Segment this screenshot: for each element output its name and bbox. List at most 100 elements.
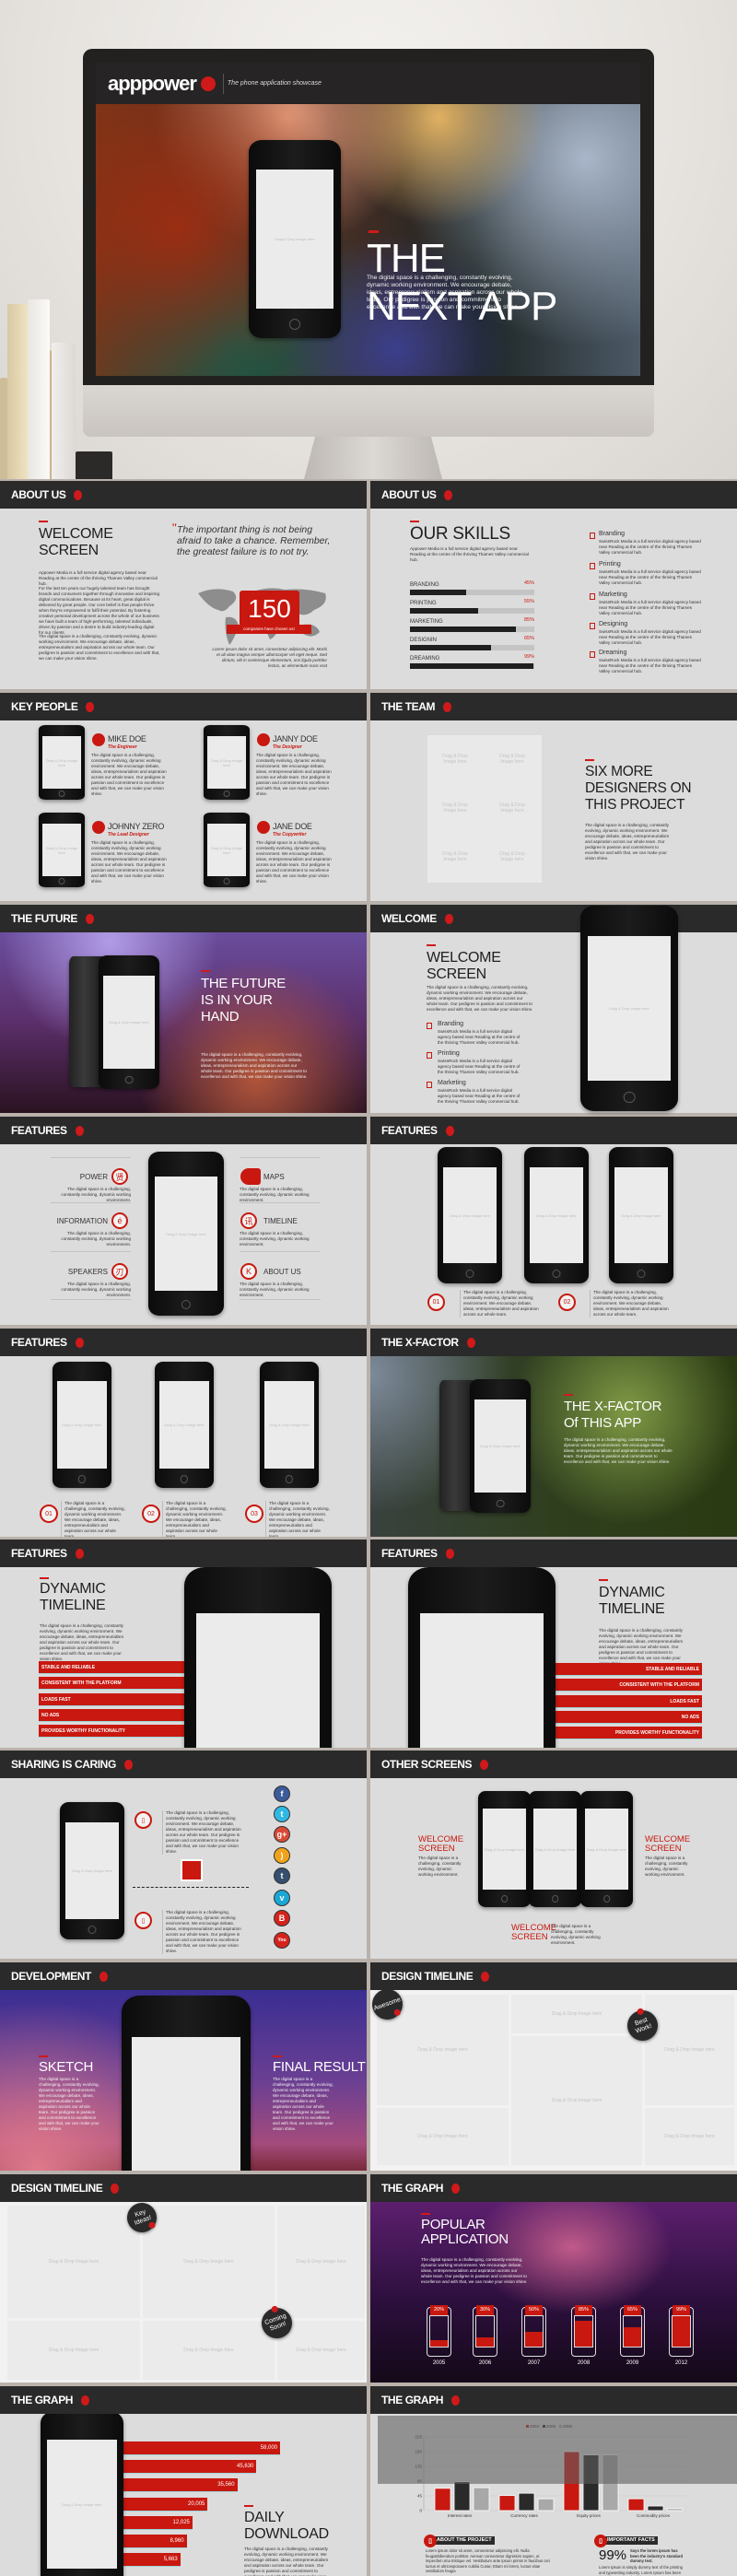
image-drop-placeholder[interactable]: Drag & Drop Image here <box>437 754 474 765</box>
slide-header: THE TEAM <box>370 693 737 720</box>
image-drop-placeholder[interactable]: Drag & Drop Image here <box>256 170 333 309</box>
blogger-icon[interactable]: B <box>274 1910 290 1926</box>
feature-text: The digital space is a challenging, cons… <box>240 1231 310 1247</box>
image-drop-placeholder[interactable]: Drag & Drop Image here <box>532 1808 578 1891</box>
phone-mockup: Drag & Drop Image here <box>39 725 85 800</box>
person-bio: The digital space is a challenging, cons… <box>91 753 167 796</box>
tumblr-icon[interactable]: t <box>274 1868 290 1884</box>
image-drop-placeholder[interactable]: Drag & Drop Image here <box>482 1808 527 1891</box>
person-role: The Lead Designer <box>108 832 149 837</box>
image-drop-placeholder[interactable]: Drag & Drop Image here <box>474 1399 526 1493</box>
image-drop-placeholder[interactable]: Drag & Drop Image here <box>588 936 671 1081</box>
timeline-bar: LOADS FAST <box>555 1694 702 1708</box>
percentage-fill <box>673 2316 690 2347</box>
facebook-icon[interactable]: f <box>274 1786 290 1802</box>
image-drop-placeholder[interactable]: Drag & Drop Image here <box>437 851 474 862</box>
image-drop-placeholder[interactable]: Drag & Drop Image here <box>207 736 246 789</box>
image-drop-placeholder[interactable]: Drag & Drop Image here <box>614 1167 669 1263</box>
person-bio: The digital space is a challenging, cons… <box>91 840 167 884</box>
phone-mockup: Drag & Drop Image here <box>122 1996 251 2171</box>
skill-bar-track <box>410 626 534 632</box>
image-drop-placeholder[interactable]: Drag & Drop Image here <box>47 2440 117 2569</box>
percentage-fill <box>430 2340 448 2347</box>
welcome-item-text: SwissRock Media is a full service digita… <box>438 1029 521 1045</box>
image-drop-placeholder[interactable]: Drag & Drop Image here <box>529 1167 584 1263</box>
download-bar: 58,000 <box>123 2441 280 2455</box>
skill-item-title: Branding <box>599 531 626 537</box>
skill-item-title: Marketing <box>599 591 627 598</box>
twitter-icon[interactable]: t <box>274 1806 290 1822</box>
image-drop-placeholder[interactable]: Drag & Drop Image here <box>645 2108 734 2165</box>
welcome-item-text: SwissRock Media is a full service digita… <box>438 1059 521 1074</box>
header-dot-icon <box>75 1125 84 1136</box>
timeline-bar: CONSISTENT WITH THE PLATFORM <box>555 1679 702 1692</box>
slide-header: DEVELOPMENT <box>0 1962 367 1990</box>
image-drop-placeholder[interactable]: Drag & Drop Image here <box>419 1612 544 1748</box>
hero-background: Drag & Drop Image here THE NEXT APP The … <box>96 104 640 376</box>
image-drop-placeholder[interactable]: Drag & Drop Image here <box>511 2036 642 2165</box>
image-drop-placeholder[interactable]: Drag & Drop Image here <box>132 2037 240 2171</box>
image-drop-placeholder[interactable]: Drag & Drop Image here <box>7 2206 140 2318</box>
feature-text: The digital space is a challenging, cons… <box>61 1231 131 1247</box>
year-label: 2007 <box>527 2360 541 2366</box>
rss-icon[interactable]: ) <box>274 1847 290 1864</box>
divider <box>240 1299 321 1300</box>
facts-caption: Says the lorem ipsum has been the indust… <box>630 2548 684 2563</box>
skill-bar-fill <box>410 663 533 669</box>
image-drop-placeholder[interactable]: Drag & Drop Image here <box>437 802 474 814</box>
image-drop-placeholder[interactable]: Drag & Drop Image here <box>64 1822 120 1919</box>
image-drop-placeholder[interactable]: Drag & Drop Image here <box>377 2108 509 2165</box>
header-dot-icon <box>445 1125 454 1136</box>
download-bar: 20,005 <box>123 2497 208 2512</box>
section-title: THE FUTURE IS IN YOUR HAND <box>201 976 286 1025</box>
bar-2006 <box>473 2487 490 2512</box>
image-drop-placeholder[interactable]: Drag & Drop Image here <box>645 1995 734 2105</box>
image-drop-placeholder[interactable]: Drag & Drop Image here <box>494 802 531 814</box>
image-drop-placeholder[interactable]: Drag & Drop Image here <box>277 2206 365 2318</box>
slide-title: SHARING IS CARING <box>11 1758 116 1771</box>
image-drop-placeholder[interactable]: Drag & Drop Image here <box>103 975 155 1070</box>
facts-value: 99% <box>599 2547 627 2563</box>
phone-mockup: Drag & Drop Image here <box>249 140 341 338</box>
image-drop-placeholder[interactable]: Drag & Drop Image here <box>57 1380 107 1469</box>
phone-mockup: Drag & Drop Image here <box>155 1362 214 1488</box>
slide-dynamic-timeline-right: FEATURES DYNAMIC TIMELINE The digital sp… <box>370 1540 737 1748</box>
feature-text: The digital space is a challenging, cons… <box>240 1187 310 1202</box>
image-drop-placeholder[interactable]: Drag & Drop Image here <box>143 2321 275 2380</box>
person-bio: The digital space is a challenging, cons… <box>256 753 332 796</box>
person-name: MIKE DOE <box>108 734 146 744</box>
image-drop-placeholder[interactable]: Drag & Drop Image here <box>442 1167 497 1263</box>
image-drop-placeholder[interactable]: Drag & Drop Image here <box>7 2321 140 2380</box>
youtube-icon[interactable]: You <box>274 1932 290 1949</box>
vimeo-icon[interactable]: v <box>274 1890 290 1906</box>
skill-percent: 55% <box>523 599 534 604</box>
image-drop-placeholder[interactable]: Drag & Drop Image here <box>494 851 531 862</box>
person-name: JANNY DOE <box>273 734 318 744</box>
slide-title: ABOUT US <box>381 488 437 501</box>
image-drop-placeholder[interactable]: Drag & Drop Image here <box>264 1380 314 1469</box>
section-title: SIX MORE DESIGNERS ON THIS PROJECT <box>585 764 692 813</box>
image-drop-placeholder[interactable]: Drag & Drop Image here <box>195 1612 321 1748</box>
timeline-description: The digital space is a challenging, cons… <box>40 1623 124 1661</box>
image-drop-placeholder[interactable]: Drag & Drop Image here <box>42 824 81 876</box>
image-drop-placeholder[interactable]: Drag & Drop Image here <box>511 1995 642 2033</box>
image-drop-placeholder[interactable]: Drag & Drop Image here <box>143 2206 275 2318</box>
image-drop-placeholder[interactable]: Drag & Drop Image here <box>494 754 531 765</box>
image-drop-placeholder[interactable]: Drag & Drop Image here <box>159 1380 209 1469</box>
header-dot-icon <box>466 1337 475 1348</box>
image-drop-placeholder[interactable]: Drag & Drop Image here <box>154 1176 218 1292</box>
phone-mockup: Drag & Drop Image here <box>524 1147 589 1283</box>
image-drop-placeholder[interactable]: Drag & Drop Image here <box>42 736 81 789</box>
image-drop-placeholder[interactable]: Drag & Drop Image here <box>584 1808 629 1891</box>
phone-mockup: Drag & Drop Image here <box>184 1567 332 1748</box>
section-title: WELCOME SCREEN <box>427 950 501 982</box>
timeline-bar: STABLE AND RELIABLE <box>555 1663 702 1676</box>
feature-label: TIMELINE <box>263 1217 298 1225</box>
person-name: JOHNNY ZERO <box>108 822 165 831</box>
header-dot-icon <box>443 701 452 712</box>
image-drop-placeholder[interactable]: Drag & Drop Image here <box>207 824 246 876</box>
google-plus-icon[interactable]: g+ <box>274 1826 290 1843</box>
phone-mockup: Drag & Drop Image here <box>470 1379 531 1513</box>
download-bar: 35,560 <box>123 2478 238 2493</box>
slide-header: THE GRAPH <box>0 2386 367 2414</box>
